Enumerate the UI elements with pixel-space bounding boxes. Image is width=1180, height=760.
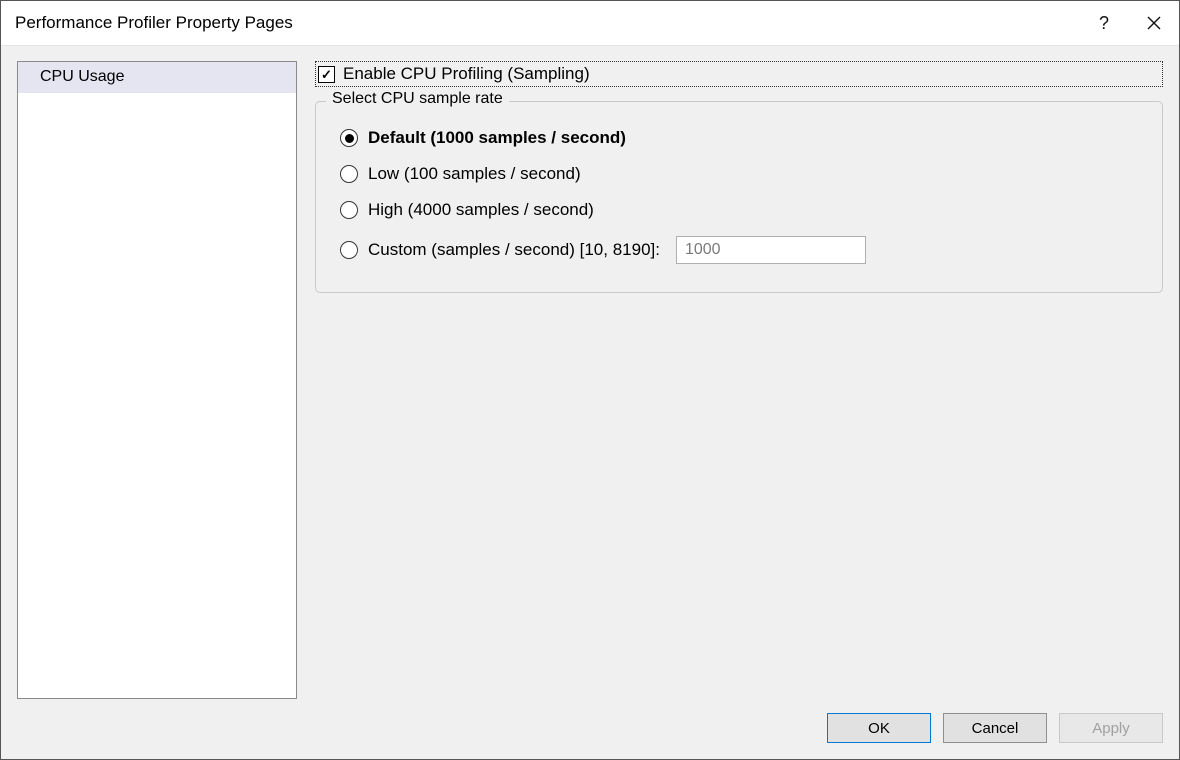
sample-rate-legend: Select CPU sample rate [326,90,509,108]
close-button[interactable] [1129,1,1179,45]
titlebar: Performance Profiler Property Pages ? [1,1,1179,45]
checkmark-icon: ✓ [321,68,332,81]
radio-label-default: Default (1000 samples / second) [368,128,626,148]
radio-icon [340,129,358,147]
dialog-button-row: OK Cancel Apply [17,699,1163,743]
radio-icon [340,241,358,259]
dialog-title: Performance Profiler Property Pages [15,13,1079,33]
checkbox-icon: ✓ [318,66,335,83]
ok-button-label: OK [868,720,890,737]
property-pages-dialog: Performance Profiler Property Pages ? CP… [0,0,1180,760]
close-icon [1147,16,1161,30]
radio-option-default[interactable]: Default (1000 samples / second) [336,120,1142,156]
category-sidebar: CPU Usage [17,61,297,699]
radio-icon [340,165,358,183]
radio-icon [340,201,358,219]
sidebar-item-cpu-usage[interactable]: CPU Usage [18,62,296,93]
dialog-body: CPU Usage ✓ Enable CPU Profiling (Sampli… [1,45,1179,759]
help-button[interactable]: ? [1079,1,1129,45]
radio-option-low[interactable]: Low (100 samples / second) [336,156,1142,192]
cancel-button-label: Cancel [972,720,1019,737]
sidebar-item-label: CPU Usage [40,68,124,85]
radio-option-custom[interactable]: Custom (samples / second) [10, 8190]: [336,228,1142,272]
help-icon: ? [1099,13,1109,34]
sample-rate-group: Select CPU sample rate Default (1000 sam… [315,101,1163,293]
content-pane: ✓ Enable CPU Profiling (Sampling) Select… [315,61,1163,699]
cancel-button[interactable]: Cancel [943,713,1047,743]
radio-label-low: Low (100 samples / second) [368,164,581,184]
enable-cpu-profiling-label: Enable CPU Profiling (Sampling) [343,64,590,84]
main-row: CPU Usage ✓ Enable CPU Profiling (Sampli… [17,61,1163,699]
enable-cpu-profiling-checkbox[interactable]: ✓ Enable CPU Profiling (Sampling) [315,61,1163,87]
radio-label-custom: Custom (samples / second) [10, 8190]: [368,240,660,260]
custom-sample-rate-input[interactable] [676,236,866,264]
apply-button-label: Apply [1092,720,1130,737]
radio-dot-icon [345,134,354,143]
ok-button[interactable]: OK [827,713,931,743]
radio-option-high[interactable]: High (4000 samples / second) [336,192,1142,228]
radio-label-high: High (4000 samples / second) [368,200,594,220]
apply-button[interactable]: Apply [1059,713,1163,743]
